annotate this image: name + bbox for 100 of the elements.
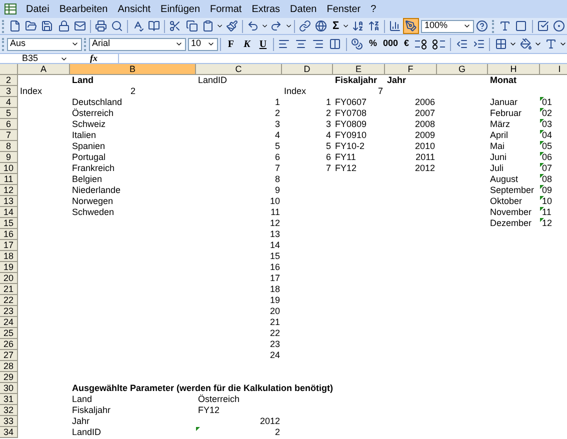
row-header[interactable]: 8 [0, 141, 18, 152]
column-header[interactable]: C [196, 64, 282, 75]
row-header[interactable]: 31 [0, 394, 18, 405]
menu-item[interactable]: Ansicht [112, 2, 156, 16]
row-header[interactable]: 5 [0, 108, 18, 119]
row-header[interactable]: 4 [0, 97, 18, 108]
copy-button[interactable] [184, 18, 200, 34]
row-header[interactable]: 9 [0, 152, 18, 163]
style-dropdown[interactable]: Aus [7, 38, 82, 50]
sort-ascending-icon [352, 20, 364, 32]
zoom-dropdown[interactable]: 100% [421, 20, 474, 32]
row-header[interactable]: 22 [0, 295, 18, 306]
column-header[interactable]: A [18, 64, 70, 75]
cell-text: 11 [270, 207, 280, 218]
row-header[interactable]: 18 [0, 251, 18, 262]
menu-item[interactable]: Einfügen [156, 2, 206, 16]
column-header[interactable]: H [488, 64, 540, 75]
row-header[interactable]: 29 [0, 372, 18, 383]
option-control-icon [552, 20, 565, 32]
font-dropdown[interactable]: Arial [88, 38, 186, 50]
menu-item[interactable]: ? [366, 2, 382, 16]
workbook-icon[interactable] [4, 3, 17, 15]
menu-item[interactable]: Bearbeiten [54, 2, 113, 16]
caret-icon[interactable] [284, 22, 292, 30]
increase-decimal-icon[interactable] [413, 38, 430, 50]
menu-item[interactable]: Datei [21, 2, 54, 16]
help-button[interactable] [474, 18, 490, 34]
cell-text: Land [72, 394, 92, 405]
menu-item[interactable]: Daten [285, 2, 322, 16]
menu-item[interactable]: Format [205, 2, 247, 16]
column-header[interactable]: B [70, 64, 196, 75]
font-size-dropdown[interactable]: 10 [188, 38, 218, 50]
cell-text: 19 [270, 295, 280, 306]
menu-item[interactable]: Extras [246, 2, 286, 16]
cell-text: Belgien [72, 174, 102, 185]
format-button[interactable]: F [222, 36, 239, 52]
number-format-button[interactable]: 000 [380, 37, 402, 51]
option-control-button[interactable] [550, 18, 567, 34]
row-header[interactable]: 7 [0, 130, 18, 141]
decrease-decimal-icon[interactable] [431, 38, 448, 50]
column-header[interactable]: I [540, 64, 567, 75]
cell-text: 2012 [260, 416, 280, 427]
row-header[interactable]: 26 [0, 339, 18, 350]
caret-icon[interactable] [463, 22, 472, 30]
caret-icon[interactable] [559, 40, 567, 48]
row-header[interactable]: 24 [0, 317, 18, 328]
caret-icon[interactable] [206, 40, 215, 48]
row-header[interactable]: 10 [0, 163, 18, 174]
row-header[interactable]: 21 [0, 284, 18, 295]
row-header[interactable]: 3 [0, 86, 18, 97]
column-header[interactable]: G [437, 64, 488, 75]
row-header[interactable]: 30 [0, 383, 18, 394]
column-header[interactable]: E [333, 64, 385, 75]
research-button[interactable] [146, 18, 162, 34]
number-format-button[interactable]: € [401, 37, 412, 51]
row-header[interactable]: 17 [0, 240, 18, 251]
row-header[interactable]: 20 [0, 273, 18, 284]
caret-icon[interactable] [342, 22, 350, 30]
row-header[interactable]: 2 [0, 75, 18, 86]
row-header[interactable]: 14 [0, 207, 18, 218]
cell-text: 18 [270, 284, 280, 295]
row-header[interactable]: 11 [0, 174, 18, 185]
row-header[interactable]: 19 [0, 262, 18, 273]
row-header[interactable]: 23 [0, 306, 18, 317]
function-label[interactable]: fx [70, 52, 118, 66]
hyperlink-button[interactable] [297, 18, 314, 34]
row-header[interactable]: 16 [0, 229, 18, 240]
row-header[interactable]: 34 [0, 427, 18, 438]
row-header[interactable]: 12 [0, 185, 18, 196]
drawing-button[interactable] [403, 18, 420, 34]
research-icon [148, 20, 160, 32]
row-header[interactable]: 13 [0, 196, 18, 207]
chart-icon [389, 20, 402, 32]
caret-icon[interactable] [509, 40, 518, 48]
row-header[interactable]: 25 [0, 328, 18, 339]
autosum-button[interactable]: Σ [329, 18, 342, 34]
caret-icon[interactable] [534, 40, 542, 48]
format-button[interactable]: U [254, 36, 271, 52]
cell-text: Niederlande [72, 185, 121, 196]
column-header[interactable]: F [385, 64, 437, 75]
row-header[interactable]: 28 [0, 361, 18, 372]
caret-icon[interactable] [216, 22, 224, 30]
row-header[interactable]: 15 [0, 218, 18, 229]
globe-button[interactable] [313, 18, 330, 34]
cell-text: November [490, 207, 532, 218]
row-header[interactable]: 33 [0, 416, 18, 427]
caret-icon[interactable] [260, 22, 268, 30]
format-button[interactable]: K [238, 36, 255, 52]
row-header[interactable]: 6 [0, 119, 18, 130]
column-header[interactable]: D [282, 64, 333, 75]
row-header[interactable]: 32 [0, 405, 18, 416]
print-button[interactable] [92, 18, 109, 34]
cell-text: Juli [490, 163, 504, 174]
row-header[interactable]: 27 [0, 350, 18, 361]
number-format-button[interactable]: % [366, 37, 380, 51]
menu-item[interactable]: Fenster [322, 2, 366, 16]
cell-text: FY10-2 [335, 141, 365, 152]
caret-icon[interactable] [174, 40, 183, 48]
cell-text: Oktober [490, 196, 522, 207]
name-box[interactable]: B35 [0, 54, 70, 63]
